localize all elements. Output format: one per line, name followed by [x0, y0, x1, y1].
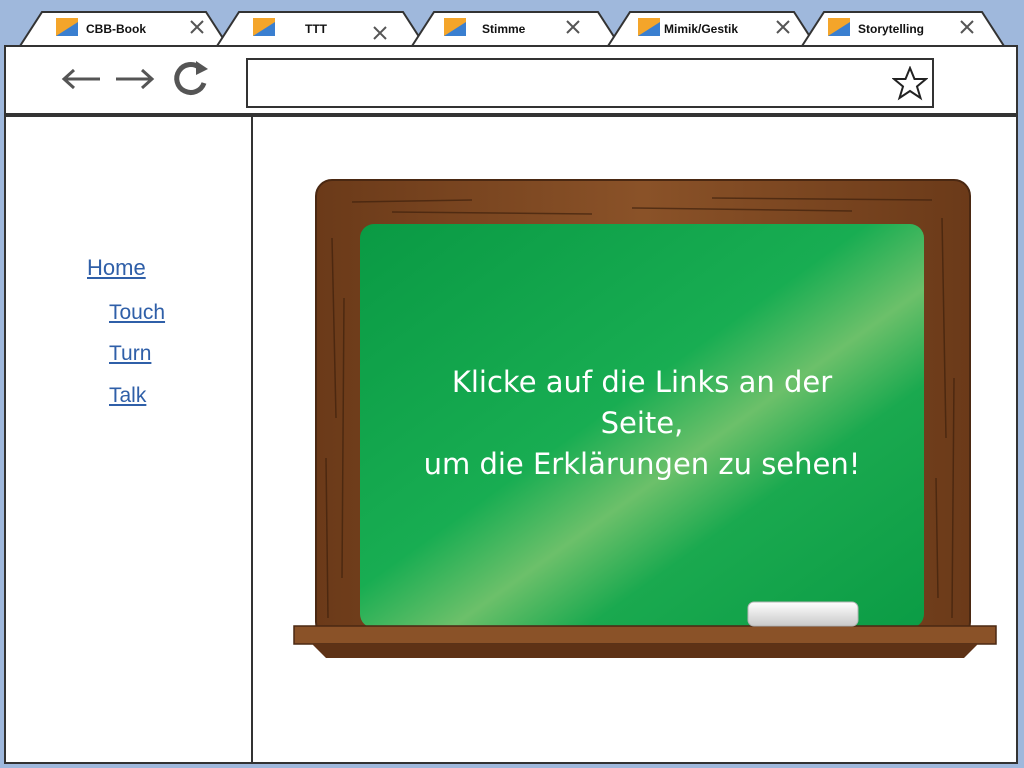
close-icon[interactable] [188, 18, 206, 36]
browser-toolbar [4, 45, 1018, 115]
tab-label: Mimik/Gestik [664, 22, 739, 36]
tab-cbb-book[interactable]: CBB-Book [18, 10, 230, 46]
cbb-favicon-icon [444, 18, 466, 36]
close-icon[interactable] [958, 18, 976, 36]
tab-label: Storytelling [858, 22, 925, 36]
chalkboard-line: Klicke auf die Links an der [451, 365, 833, 399]
sidebar-link-turn[interactable]: Turn [109, 342, 151, 366]
sidebar-link-talk[interactable]: Talk [109, 384, 146, 408]
tab-mimik-gestik[interactable]: Mimik/Gestik [606, 10, 818, 46]
sidebar [4, 115, 253, 764]
tab-ttt[interactable]: TTT [215, 10, 427, 46]
close-icon[interactable] [564, 18, 582, 36]
cbb-favicon-icon [56, 18, 78, 36]
star-icon[interactable] [892, 66, 928, 102]
arrow-left-icon[interactable] [60, 57, 104, 101]
close-icon[interactable] [371, 24, 389, 42]
reload-icon[interactable] [170, 57, 214, 101]
chalkboard-line: Seite, [600, 406, 684, 440]
sidebar-link-touch[interactable]: Touch [109, 301, 165, 325]
address-bar[interactable] [246, 58, 934, 108]
close-icon[interactable] [774, 18, 792, 36]
tab-stimme[interactable]: Stimme [410, 10, 622, 46]
chalkboard-text: Klicke auf die Links an der Seite, um di… [362, 362, 922, 485]
chalkboard-line: um die Erklärungen zu sehen! [423, 447, 861, 481]
tab-label: TTT [305, 22, 327, 36]
tab-storytelling[interactable]: Storytelling [800, 10, 1006, 46]
cbb-favicon-icon [638, 18, 660, 36]
cbb-favicon-icon [828, 18, 850, 36]
arrow-right-icon[interactable] [112, 57, 156, 101]
sidebar-link-home[interactable]: Home [87, 255, 146, 281]
tab-label: CBB-Book [86, 22, 146, 36]
tab-label: Stimme [482, 22, 526, 36]
cbb-favicon-icon [253, 18, 275, 36]
